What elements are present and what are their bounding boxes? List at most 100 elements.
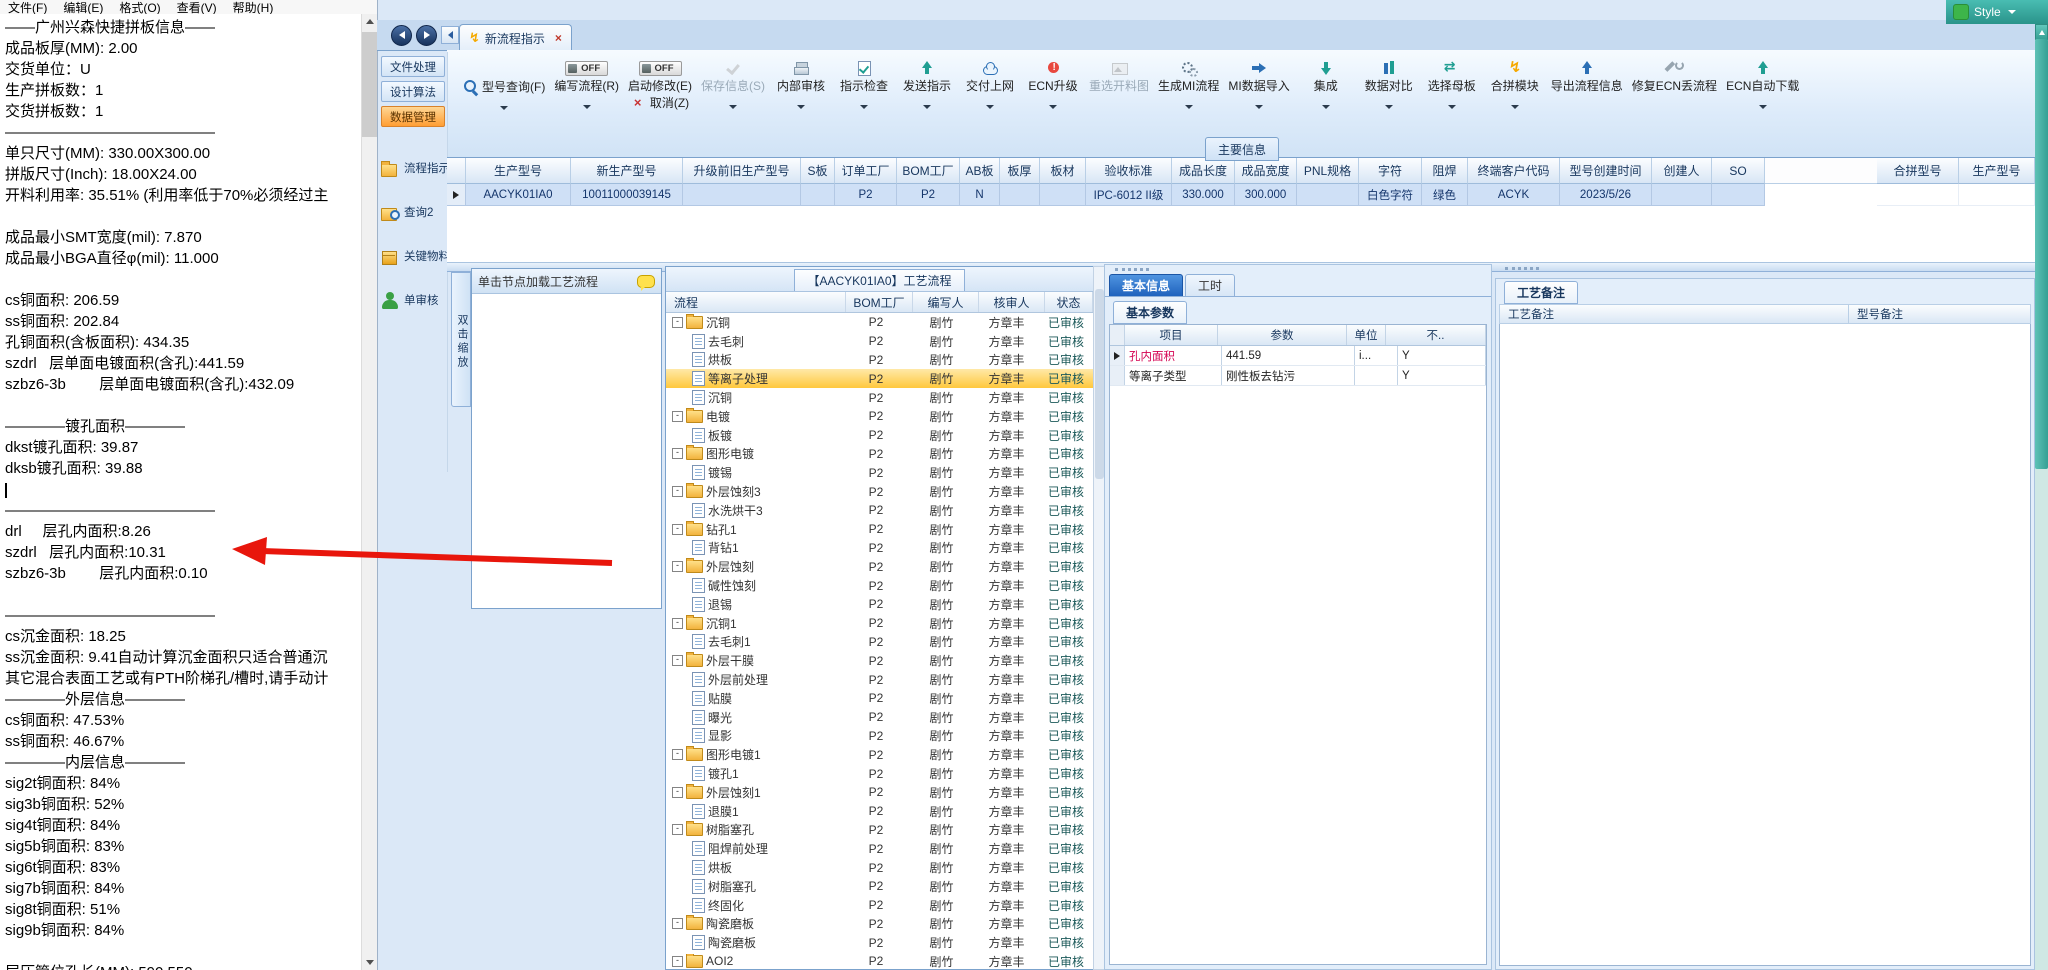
tab-new-flow-instruction[interactable]: 新流程指示 × [459,24,572,51]
main-table-cell[interactable]: 10011000039145 [571,184,683,206]
dropdown-arrow-icon[interactable] [923,105,931,109]
tree-row[interactable]: - 电镀 P2 剧竹 方章丰 已审核 [666,407,1093,426]
main-table-column-header[interactable]: 新生产型号 [571,158,683,184]
main-table-cell[interactable] [801,184,835,206]
notepad-menu-item[interactable]: 编辑(E) [63,0,103,14]
tree-expander-icon[interactable]: - [672,561,683,573]
main-table-cell[interactable] [1040,184,1086,206]
main-table-cell[interactable]: ACYK [1468,184,1560,206]
sidebar-query-2[interactable]: 查询2 [380,201,447,223]
notepad-scrollbar[interactable] [361,14,377,970]
dropdown-arrow-icon[interactable] [1255,105,1264,109]
main-table-cell[interactable]: 2023/5/26 [1560,184,1652,206]
panel-grip[interactable] [1495,267,2035,275]
tree-expander-icon[interactable]: - [672,448,683,460]
tree-row[interactable]: 等离子处理 P2 剧竹 方章丰 已审核 [666,369,1093,389]
tree-row[interactable]: 终固化 P2 剧竹 方章丰 已审核 [666,896,1093,915]
main-table-column-header[interactable]: BOM工厂 [897,158,960,184]
tree-row[interactable]: 烘板 P2 剧竹 方章丰 已审核 [666,858,1093,877]
tree-expander-icon[interactable]: - [672,486,683,498]
toolbar-deliver-online-button[interactable]: 交付上网 [963,57,1017,109]
remarks-column-header[interactable]: 型号备注 [1849,304,2031,324]
remarks-body[interactable] [1499,324,2031,966]
main-table-cell[interactable]: 300.000 [1235,184,1297,206]
main-table-column-header[interactable]: 板厚 [1000,158,1040,184]
sidebar-file-process[interactable]: 文件处理 [381,56,445,77]
tree-row[interactable]: - AOI2 P2 剧竹 方章丰 已审核 [666,952,1093,969]
main-table-cell[interactable]: AACYK01IA0 [466,184,571,206]
tree-row[interactable]: 镀锡 P2 剧竹 方章丰 已审核 [666,463,1093,482]
toolbar-reselect-cutting-plan-button[interactable]: 重选开料图 [1089,57,1149,94]
tree-row[interactable]: - 外层蚀刻1 P2 剧竹 方章丰 已审核 [666,783,1093,802]
main-table-column-header[interactable]: 创建人 [1652,158,1712,184]
main-table-cell[interactable]: P2 [897,184,960,206]
param-row[interactable]: 孔内面积 441.59 i... Y [1110,346,1486,366]
dropdown-arrow-icon[interactable] [1049,105,1057,109]
tree-column-header[interactable]: 流程 [666,292,846,312]
tree-row[interactable]: 去毛刺 P2 剧竹 方章丰 已审核 [666,332,1093,351]
tree-row[interactable]: 外层前处理 P2 剧竹 方章丰 已审核 [666,670,1093,689]
dropdown-arrow-icon[interactable] [1447,105,1456,109]
tree-row[interactable]: - 钻孔1 P2 剧竹 方章丰 已审核 [666,520,1093,539]
toolbar-generate-mi-flow-button[interactable]: 生成MI流程 [1158,57,1219,109]
main-table-column-header[interactable]: 合拼型号 [1877,158,1959,184]
window-scrollbar[interactable] [2035,24,2048,970]
dropdown-arrow-icon[interactable] [1184,105,1193,109]
scrollbar-thumb[interactable] [362,32,377,137]
main-table-column-header[interactable]: 生产型号 [466,158,571,184]
dropdown-arrow-icon[interactable] [860,105,868,109]
tree-column-header[interactable]: BOM工厂 [846,292,913,312]
sidebar-single-audit[interactable]: 单审核 [380,289,447,311]
flow-loader-body[interactable] [472,294,661,608]
toolbar-repair-ecn-flow-button[interactable]: 修复ECN丢流程 [1632,57,1717,94]
param-column-header[interactable]: 项目 [1125,325,1218,345]
param-column-header[interactable]: 单位 [1347,325,1386,345]
nav-forward-button[interactable] [416,24,437,46]
main-table-cell[interactable]: P2 [835,184,897,206]
tree-row[interactable]: 背钻1 P2 剧竹 方章丰 已审核 [666,539,1093,558]
sidebar-key-material[interactable]: 关键物料 [380,245,450,267]
tree-row[interactable]: 退膜1 P2 剧竹 方章丰 已审核 [666,802,1093,821]
main-table-cell[interactable]: 白色字符 [1359,184,1422,206]
param-column-header[interactable]: 不.. [1386,325,1486,345]
dropdown-arrow-icon[interactable] [1510,105,1519,109]
tree-row[interactable]: - 外层蚀刻 P2 剧竹 方章丰 已审核 [666,557,1093,576]
param-column-header[interactable]: 参数 [1218,325,1347,345]
dropdown-arrow-icon[interactable] [1384,105,1393,109]
panel-grip[interactable] [1105,265,1491,273]
main-table-column-header[interactable]: 终端客户代码 [1468,158,1560,184]
main-table-cell[interactable] [1712,184,1765,206]
tree-column-header[interactable]: 核审人 [979,292,1045,312]
main-table-selected-row[interactable]: AACYK01IA0 10011000039145 P2 P2 N IPC-6012 II… [447,184,2035,206]
tree-row[interactable]: - 外层蚀刻3 P2 剧竹 方章丰 已审核 [666,482,1093,501]
main-table-cell[interactable]: N [960,184,1000,206]
tree-expander-icon[interactable]: - [672,316,683,328]
toolbar-mi-data-import-button[interactable]: MI数据导入 [1228,57,1290,109]
tree-expander-icon[interactable]: - [672,918,683,930]
tab-process-remarks[interactable]: 工艺备注 [1504,281,1579,304]
dropdown-arrow-icon[interactable] [729,105,737,109]
tree-row[interactable]: 退锡 P2 剧竹 方章丰 已审核 [666,595,1093,614]
param-row-selector[interactable] [1110,346,1125,365]
notepad-menu-item[interactable]: 文件(F) [8,0,47,14]
main-table-column-header[interactable]: 阻焊 [1422,158,1468,184]
toolbar-export-flow-info-button[interactable]: 导出流程信息 [1551,57,1623,94]
tree-expander-icon[interactable]: - [672,523,683,535]
tab-basic-info[interactable]: 基本信息 [1109,274,1184,297]
tree-expander-icon[interactable]: - [672,617,683,629]
main-table-column-header[interactable]: 验收标准 [1086,158,1172,184]
tree-column-header[interactable]: 状态 [1045,292,1093,312]
notepad-menu-item[interactable]: 查看(V) [177,0,217,14]
tree-row[interactable]: 去毛刺1 P2 剧竹 方章丰 已审核 [666,633,1093,652]
sidebar-flow-instruction[interactable]: 流程指示 [380,157,450,179]
tree-row[interactable]: - 外层干膜 P2 剧竹 方章丰 已审核 [666,651,1093,670]
scrollbar-thumb[interactable] [2035,39,2048,469]
tree-row[interactable]: 曝光 P2 剧竹 方章丰 已审核 [666,708,1093,727]
sidebar-design-algorithm[interactable]: 设计算法 [381,81,445,102]
main-table-cell[interactable] [1000,184,1040,206]
main-table-column-header[interactable]: 生产型号 [1959,158,2035,184]
main-table-column-header[interactable]: SO [1712,158,1765,184]
remarks-column-header[interactable]: 工艺备注 [1499,304,1849,324]
notepad-menu-item[interactable]: 帮助(H) [233,0,274,14]
dropdown-arrow-icon[interactable] [500,106,509,110]
